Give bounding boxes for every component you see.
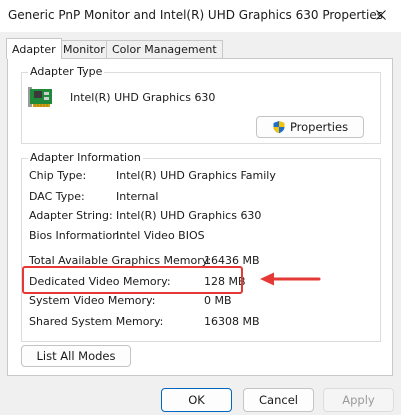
bios-info-row: Bios Information: Intel Video BIOS bbox=[0, 228, 380, 244]
dedicated-memory-highlight bbox=[22, 266, 243, 294]
system-memory-label: System Video Memory: bbox=[29, 294, 156, 307]
title-bar: Generic PnP Monitor and Intel(R) UHD Gra… bbox=[0, 0, 401, 32]
shared-memory-row: Shared System Memory: 16308 MB bbox=[0, 314, 380, 330]
system-memory-row: System Video Memory: 0 MB bbox=[0, 293, 380, 309]
chip-type-row: Chip Type: Intel(R) UHD Graphics Family bbox=[0, 168, 380, 184]
tab-color-management[interactable]: Color Management bbox=[106, 40, 223, 58]
cancel-button[interactable]: Cancel bbox=[243, 388, 314, 412]
uac-shield-icon bbox=[272, 120, 286, 134]
tab-adapter[interactable]: Adapter bbox=[6, 38, 62, 59]
pointer-arrow-icon bbox=[259, 271, 321, 290]
properties-button-label: Properties bbox=[289, 120, 349, 134]
adapter-information-title: Adapter Information bbox=[28, 151, 143, 164]
system-memory-value: 0 MB bbox=[204, 294, 232, 307]
bios-info-label: Bios Information: bbox=[29, 229, 123, 242]
tab-monitor[interactable]: Monitor bbox=[57, 40, 111, 58]
ok-button[interactable]: OK bbox=[161, 388, 232, 412]
adapter-name: Intel(R) UHD Graphics 630 bbox=[70, 91, 216, 104]
list-all-modes-button[interactable]: List All Modes bbox=[21, 345, 131, 367]
adapter-string-row: Adapter String: Intel(R) UHD Graphics 63… bbox=[0, 208, 380, 224]
adapter-string-label: Adapter String: bbox=[29, 209, 113, 222]
apply-button[interactable]: Apply bbox=[323, 388, 394, 412]
adapter-type-title: Adapter Type bbox=[28, 65, 105, 78]
graphics-card-icon bbox=[27, 83, 57, 116]
adapter-type-group: Adapter Type Intel(R) UHD Graphics 630 P… bbox=[21, 65, 381, 144]
window-title: Generic PnP Monitor and Intel(R) UHD Gra… bbox=[8, 8, 383, 22]
bios-info-value: Intel Video BIOS bbox=[116, 229, 205, 242]
properties-dialog: Generic PnP Monitor and Intel(R) UHD Gra… bbox=[0, 0, 401, 415]
adapter-string-value: Intel(R) UHD Graphics 630 bbox=[116, 209, 262, 222]
dac-type-row: DAC Type: Internal bbox=[0, 189, 380, 205]
dialog-footer: OK Cancel Apply bbox=[0, 384, 401, 415]
dac-type-label: DAC Type: bbox=[29, 190, 85, 203]
shared-memory-value: 16308 MB bbox=[204, 315, 260, 328]
shared-memory-label: Shared System Memory: bbox=[29, 315, 164, 328]
properties-button[interactable]: Properties bbox=[256, 116, 364, 138]
close-icon bbox=[376, 9, 386, 23]
chip-type-label: Chip Type: bbox=[29, 169, 87, 182]
dac-type-value: Internal bbox=[116, 190, 159, 203]
close-button[interactable] bbox=[361, 0, 401, 32]
chip-type-value: Intel(R) UHD Graphics Family bbox=[116, 169, 276, 182]
